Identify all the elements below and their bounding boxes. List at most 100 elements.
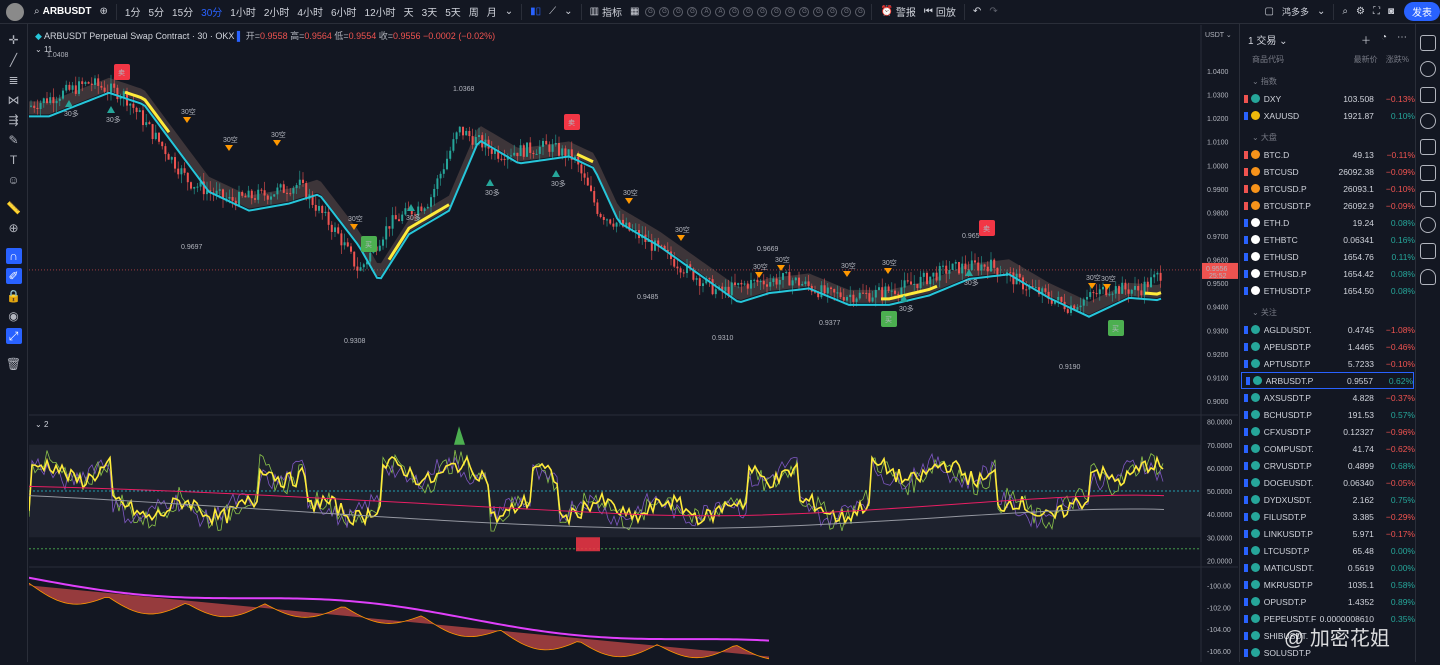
interval-11[interactable]: 5天 bbox=[441, 0, 465, 24]
layout-grid-icon[interactable]: ▦ bbox=[626, 0, 643, 24]
template-circle-12[interactable]: G bbox=[813, 6, 824, 17]
interval-8[interactable]: 12小时 bbox=[361, 0, 400, 24]
watchlist-row[interactable]: BTCUSD 26092.38 −0.09% bbox=[1240, 163, 1415, 180]
ruler-icon[interactable]: 📏 bbox=[6, 200, 22, 216]
watchlist-section[interactable]: ⌄ 指数 bbox=[1240, 72, 1415, 90]
publish-button[interactable]: 发表 bbox=[1404, 2, 1440, 21]
watchlist-row[interactable]: ETHUSDT.P 1654.50 0.08% bbox=[1240, 282, 1415, 299]
watchlist-row[interactable]: MATICUSDT. 0.5619 0.00% bbox=[1240, 559, 1415, 576]
col-symbol[interactable]: 商品代码 bbox=[1246, 54, 1331, 68]
watchlist-row[interactable]: AXSUSDT.P 4.828 −0.37% bbox=[1240, 389, 1415, 406]
watchlist-row[interactable]: ETHUSD.P 1654.42 0.08% bbox=[1240, 265, 1415, 282]
interval-10[interactable]: 3天 bbox=[418, 0, 442, 24]
template-circle-11[interactable]: G bbox=[799, 6, 810, 17]
watchlist-row[interactable]: DYDXUSDT. 2.162 0.75% bbox=[1240, 491, 1415, 508]
watchlist-row[interactable]: MKRUSDT.P 1035.1 0.58% bbox=[1240, 576, 1415, 593]
add-symbol-icon[interactable]: ＋ bbox=[1361, 32, 1371, 47]
notifications-icon[interactable] bbox=[1420, 269, 1436, 285]
forecast-icon[interactable]: ⇶ bbox=[6, 112, 22, 128]
alert-button[interactable]: ⏰ 警报 bbox=[876, 0, 919, 24]
ideas-icon[interactable] bbox=[1420, 217, 1436, 233]
sync-icon[interactable]: ⤢ bbox=[5, 328, 22, 344]
indicator-count[interactable]: ⌄ 11 bbox=[35, 45, 495, 54]
line-chart-icon[interactable]: ⟋ bbox=[545, 0, 560, 24]
alerts-icon[interactable] bbox=[1420, 61, 1436, 77]
interval-13[interactable]: 月 bbox=[483, 0, 501, 24]
news-icon[interactable] bbox=[1420, 165, 1436, 181]
chevron-down-icon[interactable]: ⌄ bbox=[560, 0, 576, 24]
magnet-icon[interactable]: ∩ bbox=[5, 248, 22, 264]
user-label[interactable]: 鸿多多 bbox=[1278, 0, 1313, 24]
watchlist-row[interactable]: XAUUSD 1921.87 0.10% bbox=[1240, 107, 1415, 124]
watchlist-row[interactable]: CFXUSDT.P 0.12327 −0.96% bbox=[1240, 423, 1415, 440]
trendline-icon[interactable]: ╱ bbox=[6, 52, 22, 68]
gear-icon[interactable]: ⚙ bbox=[1352, 0, 1369, 24]
text-icon[interactable]: T bbox=[6, 152, 22, 168]
watchlist-row[interactable]: DOGEUSDT. 0.06340 −0.05% bbox=[1240, 474, 1415, 491]
calendar-icon[interactable] bbox=[1420, 139, 1436, 155]
interval-3[interactable]: 30分 bbox=[197, 0, 226, 24]
template-circle-15[interactable]: G bbox=[855, 6, 866, 17]
template-circle-4[interactable]: A bbox=[701, 6, 712, 17]
watchlist-section[interactable]: ⌄ 关注 bbox=[1240, 303, 1415, 321]
interval-7[interactable]: 6小时 bbox=[327, 0, 361, 24]
undo-icon[interactable]: ↶ bbox=[969, 0, 985, 24]
template-circle-13[interactable]: G bbox=[827, 6, 838, 17]
watchlist-row[interactable]: APTUSDT.P 5.7233 −0.10% bbox=[1240, 355, 1415, 372]
watchlist-row[interactable]: OPUSDT.P 1.4352 0.89% bbox=[1240, 593, 1415, 610]
avatar[interactable] bbox=[6, 2, 24, 21]
watchlist-row[interactable]: ETH.D 19.24 0.08% bbox=[1240, 214, 1415, 231]
hotlist-icon[interactable] bbox=[1420, 113, 1436, 129]
indicators-button[interactable]: ▥ 指标 bbox=[586, 0, 626, 24]
camera-icon[interactable]: ◙ bbox=[1384, 0, 1398, 24]
crosshair-icon[interactable]: ✛ bbox=[6, 32, 22, 48]
symbol-search[interactable]: ⌕ ARBUSDT bbox=[30, 0, 96, 24]
chat-icon[interactable] bbox=[1420, 191, 1436, 207]
col-change[interactable]: 涨跌% bbox=[1378, 54, 1409, 68]
template-circle-3[interactable]: G bbox=[687, 6, 698, 17]
chevron-down-icon[interactable]: ⌄ bbox=[1313, 0, 1329, 24]
interval-5[interactable]: 2小时 bbox=[260, 0, 294, 24]
watchlist-row[interactable]: ETHBTC 0.06341 0.16% bbox=[1240, 231, 1415, 248]
template-circle-2[interactable]: G bbox=[673, 6, 684, 17]
template-circle-7[interactable]: G bbox=[743, 6, 754, 17]
watchlist-icon[interactable] bbox=[1420, 35, 1436, 51]
fullscreen-icon[interactable]: ⛶ bbox=[1369, 0, 1384, 24]
template-circle-5[interactable]: A bbox=[715, 6, 726, 17]
watchlist-row[interactable]: APEUSDT.P 1.4465 −0.46% bbox=[1240, 338, 1415, 355]
interval-6[interactable]: 4小时 bbox=[293, 0, 327, 24]
emoji-icon[interactable]: ☺ bbox=[6, 172, 22, 188]
brush-icon[interactable]: ✎ bbox=[6, 132, 22, 148]
watchlist-row[interactable]: LTCUSDT.P 65.48 0.00% bbox=[1240, 542, 1415, 559]
more-icon[interactable]: ⋯ bbox=[1397, 32, 1407, 47]
watchlist-row[interactable]: ETHUSD 1654.76 0.11% bbox=[1240, 248, 1415, 265]
watchlist-row[interactable]: BCHUSDT.P 191.53 0.57% bbox=[1240, 406, 1415, 423]
template-circle-10[interactable]: G bbox=[785, 6, 796, 17]
watchlist-row[interactable]: BTCUSD.P 26093.1 −0.10% bbox=[1240, 180, 1415, 197]
template-circle-1[interactable]: G bbox=[659, 6, 670, 17]
trash-icon[interactable]: 🗑 bbox=[6, 356, 22, 372]
fib-icon[interactable]: ≣ bbox=[6, 72, 22, 88]
watchlist-row[interactable]: LINKUSDT.P 5.971 −0.17% bbox=[1240, 525, 1415, 542]
template-circle-6[interactable]: G bbox=[729, 6, 740, 17]
interval-9[interactable]: 天 bbox=[400, 0, 418, 24]
interval-12[interactable]: 周 bbox=[465, 0, 483, 24]
watchlist-row[interactable]: ARBUSDT.P 0.9557 0.62% bbox=[1241, 372, 1414, 389]
stay-drawing-icon[interactable]: ✐ bbox=[5, 268, 22, 284]
chart-area[interactable]: 1.0400 1.0300 1.0200 1.0100 1.0000 0.9900 0.98… bbox=[28, 25, 1238, 662]
interval-4[interactable]: 1小时 bbox=[226, 0, 260, 24]
streams-icon[interactable] bbox=[1420, 243, 1436, 259]
template-circle-9[interactable]: G bbox=[771, 6, 782, 17]
redo-icon[interactable]: ↷ bbox=[985, 0, 1001, 24]
interval-0[interactable]: 1分 bbox=[121, 0, 145, 24]
replay-button[interactable]: ⏮ 回放 bbox=[920, 0, 960, 24]
pattern-icon[interactable]: ⋈ bbox=[6, 92, 22, 108]
template-circle-8[interactable]: G bbox=[757, 6, 768, 17]
col-last[interactable]: 最新价 bbox=[1331, 54, 1378, 68]
watchlist-row[interactable]: DXY 103.508 −0.13% bbox=[1240, 90, 1415, 107]
data-window-icon[interactable] bbox=[1420, 87, 1436, 103]
lock-icon[interactable]: 🔒 bbox=[6, 288, 22, 304]
interval-1[interactable]: 5分 bbox=[144, 0, 168, 24]
zoom-in-icon[interactable]: ⊕ bbox=[6, 220, 22, 236]
interval-2[interactable]: 15分 bbox=[168, 0, 197, 24]
